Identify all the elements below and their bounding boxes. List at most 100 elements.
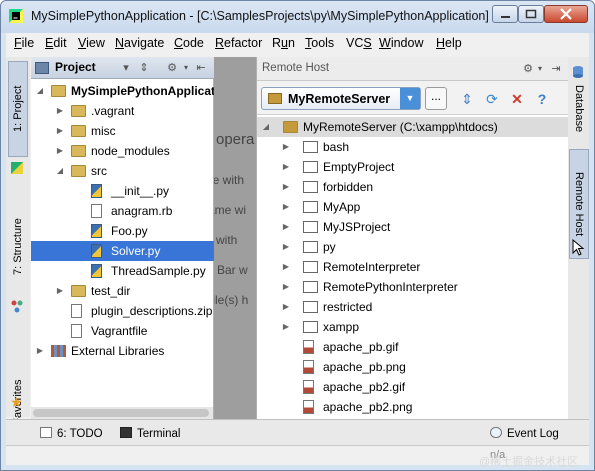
- menu-navigate[interactable]: Navigate: [115, 36, 164, 50]
- editor-text-line: opera: [216, 131, 255, 148]
- tree-folder-row[interactable]: ▶ node_modules: [31, 141, 214, 161]
- menu-view[interactable]: View: [78, 36, 105, 50]
- remote-folder-row[interactable]: ▶ xampp: [257, 317, 569, 337]
- tree-folder-row[interactable]: ▶ External Libraries: [31, 341, 214, 361]
- expand-arrow-open-icon[interactable]: ◢: [261, 117, 271, 137]
- remote-folder-row[interactable]: ▶ bash: [257, 137, 569, 157]
- remote-item-label: apache_pb2.png: [323, 400, 413, 414]
- expand-arrow-closed-icon[interactable]: ▶: [281, 257, 291, 277]
- expand-arrow-closed-icon[interactable]: ▶: [281, 157, 291, 177]
- remote-file-row[interactable]: apache_pb2.png: [257, 397, 569, 417]
- menu-file[interactable]: File: [14, 36, 34, 50]
- remote-host-title: Remote Host: [262, 62, 330, 74]
- browse-button[interactable]: ...: [425, 87, 447, 110]
- menu-window[interactable]: Window: [379, 36, 423, 50]
- expand-arrow-open-icon[interactable]: ◢: [55, 161, 65, 181]
- expand-arrow-closed-icon[interactable]: ▶: [281, 197, 291, 217]
- tab-project[interactable]: 1: Project: [8, 61, 28, 157]
- expand-arrow-closed-icon[interactable]: ▶: [55, 141, 65, 161]
- expand-arrow-closed-icon[interactable]: ▶: [281, 277, 291, 297]
- tree-folder-row[interactable]: ◢ src: [31, 161, 214, 181]
- menu-refactor[interactable]: Refactor: [215, 36, 262, 50]
- expand-arrow-closed-icon[interactable]: ▶: [55, 281, 65, 301]
- tree-file-row[interactable]: Vagrantfile: [31, 321, 214, 341]
- tab-remote-host-label: Remote Host: [573, 171, 585, 237]
- expand-arrow-closed-icon[interactable]: ▶: [281, 177, 291, 197]
- tree-folder-row[interactable]: ◢ MySimplePythonApplicati: [31, 81, 218, 101]
- chevron-down-icon[interactable]: ▾: [119, 61, 133, 75]
- remote-root-row[interactable]: ◢ MyRemoteServer (C:\xampp\htdocs): [257, 117, 569, 137]
- tab-database[interactable]: Database: [569, 79, 589, 139]
- project-horizontal-scrollbar[interactable]: [31, 407, 213, 419]
- expand-arrow-closed-icon[interactable]: ▶: [281, 237, 291, 257]
- remote-folder-row[interactable]: ▶ py: [257, 237, 569, 257]
- tree-item-label: .vagrant: [91, 104, 135, 118]
- tree-file-row[interactable]: plugin_descriptions.zip: [31, 301, 214, 321]
- menu-bar: File Edit View Navigate Code Refactor Ru…: [6, 33, 589, 55]
- menu-help[interactable]: Help: [436, 36, 462, 50]
- scrollbar-thumb[interactable]: [33, 409, 209, 417]
- gear-dropdown-icon[interactable]: ▾: [179, 61, 193, 75]
- expand-arrow-closed-icon[interactable]: ▶: [281, 317, 291, 337]
- hide-panel-icon[interactable]: ⇤: [194, 61, 208, 75]
- expand-arrow-closed-icon[interactable]: ▶: [55, 101, 65, 121]
- remote-folder-row[interactable]: ▶ forbidden: [257, 177, 569, 197]
- remote-item-label: bash: [323, 140, 350, 154]
- title-bar[interactable]: MySimplePythonApplication - [C:\SamplesP…: [1, 1, 594, 33]
- menu-edit[interactable]: Edit: [45, 36, 67, 50]
- folder-icon: [303, 181, 318, 193]
- maximize-button[interactable]: [518, 5, 544, 23]
- gear-icon[interactable]: ⚙: [165, 61, 179, 75]
- tree-folder-row[interactable]: ▶ misc: [31, 121, 214, 141]
- folder-icon: [303, 221, 318, 233]
- server-select[interactable]: MyRemoteServer ▼: [261, 87, 421, 110]
- terminal-icon: [120, 427, 132, 438]
- gear-dropdown-icon[interactable]: ▾: [533, 62, 547, 76]
- remote-file-row[interactable]: apache_pb.gif: [257, 337, 569, 357]
- terminal-tool-button[interactable]: Terminal: [120, 427, 180, 440]
- menu-code[interactable]: Code: [174, 36, 204, 50]
- tree-file-row[interactable]: __init__.py: [31, 181, 214, 201]
- tree-folder-row[interactable]: ▶ test_dir: [31, 281, 214, 301]
- menu-tools[interactable]: Tools: [305, 36, 334, 50]
- chevron-down-icon[interactable]: ▼: [400, 88, 420, 109]
- remote-file-row[interactable]: apache_pb2.gif: [257, 377, 569, 397]
- minimize-button[interactable]: [492, 5, 518, 23]
- remote-item-label: EmptyProject: [323, 160, 395, 174]
- image-file-icon: [303, 380, 314, 394]
- menu-vcs[interactable]: VCS: [346, 36, 372, 50]
- remote-folder-row[interactable]: ▶ MyApp: [257, 197, 569, 217]
- tree-file-row[interactable]: anagram.rb: [31, 201, 214, 221]
- remote-folder-row[interactable]: ▶ RemotePythonInterpreter: [257, 277, 569, 297]
- folder-icon: [71, 105, 86, 117]
- remote-folder-row[interactable]: ▶ MyJSProject: [257, 217, 569, 237]
- todo-tool-button[interactable]: 6: TODO: [40, 427, 103, 440]
- tree-file-row[interactable]: Solver.py: [31, 241, 214, 261]
- help-icon[interactable]: ?: [534, 91, 550, 107]
- tab-structure[interactable]: 7: Structure: [8, 197, 28, 297]
- menu-run[interactable]: Run: [272, 36, 295, 50]
- remote-folder-row[interactable]: ▶ EmptyProject: [257, 157, 569, 177]
- remote-folder-row[interactable]: ▶ restricted: [257, 297, 569, 317]
- folder-icon: [303, 161, 318, 173]
- hide-panel-icon[interactable]: ⇥: [549, 62, 563, 76]
- expand-arrow-closed-icon[interactable]: ▶: [281, 297, 291, 317]
- tree-folder-row[interactable]: ▶ .vagrant: [31, 101, 214, 121]
- expand-arrow-open-icon[interactable]: ◢: [35, 81, 45, 101]
- remote-folder-row[interactable]: ▶ RemoteInterpreter: [257, 257, 569, 277]
- file-icon: [91, 204, 102, 218]
- close-button[interactable]: [544, 5, 588, 23]
- remote-item-label: forbidden: [323, 180, 374, 194]
- expand-arrow-closed-icon[interactable]: ▶: [55, 121, 65, 141]
- expand-arrow-closed-icon[interactable]: ▶: [35, 341, 45, 361]
- remote-file-row[interactable]: apache_pb.png: [257, 357, 569, 377]
- expand-arrow-closed-icon[interactable]: ▶: [281, 217, 291, 237]
- event-log-tool-button[interactable]: Event Log: [490, 427, 559, 440]
- refresh-icon[interactable]: ⟳: [484, 91, 500, 107]
- collapse-all-icon[interactable]: ⇕: [137, 61, 151, 75]
- tree-file-row[interactable]: ThreadSample.py: [31, 261, 214, 281]
- expand-arrow-closed-icon[interactable]: ▶: [281, 137, 291, 157]
- close-icon[interactable]: ✕: [509, 91, 525, 107]
- collapse-all-icon[interactable]: ⇕: [459, 91, 475, 107]
- tree-file-row[interactable]: Foo.py: [31, 221, 214, 241]
